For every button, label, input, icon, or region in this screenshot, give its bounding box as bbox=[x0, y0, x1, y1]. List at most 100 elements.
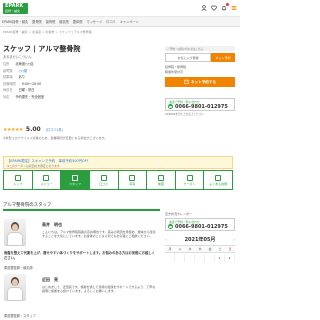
user-icon[interactable] bbox=[200, 4, 207, 11]
info-value: あり bbox=[18, 75, 25, 80]
clinic-tabs: トップ メニュー スタッフ 口コミ 写真 地図 クーポン よくある質問 bbox=[3, 170, 233, 190]
nav-item[interactable]: キャンペーン bbox=[120, 19, 139, 24]
calendar-day[interactable] bbox=[195, 254, 205, 262]
weekday: 金 bbox=[208, 247, 212, 251]
phone-icon: ☎ bbox=[168, 224, 173, 229]
header-icons bbox=[200, 4, 237, 11]
rating-stars: ★★★★★ bbox=[3, 126, 23, 133]
staff-photo bbox=[4, 219, 26, 246]
clinic-info: 住所 北海道○○区 最寄駅 ○○駅 駐車場 あり 診療時間 9:00〜20:00 休診日… bbox=[3, 61, 163, 101]
info-row: 休診日 日曜・祝日 bbox=[3, 87, 163, 92]
calendar-month-row: ‹ 2021年05月 › bbox=[165, 236, 235, 243]
tab-label: 口コミ bbox=[99, 181, 109, 186]
coupon-icon bbox=[186, 174, 193, 181]
tab-coupon[interactable]: クーポン bbox=[175, 170, 205, 190]
phone-number[interactable]: 0066-9801-012975 bbox=[175, 104, 228, 110]
favorite-button[interactable]: お気に入り登録 bbox=[165, 53, 211, 62]
calendar-day[interactable]: 2 bbox=[225, 254, 235, 262]
calendar-day[interactable] bbox=[205, 254, 215, 262]
net-reserve-small-button[interactable]: ネット予約 bbox=[211, 53, 235, 62]
net-reserve-button[interactable]: ネット予約する bbox=[165, 77, 235, 87]
info-value: 9:00〜20:00 bbox=[21, 81, 42, 86]
photo-icon bbox=[129, 174, 136, 181]
staff-icon bbox=[72, 174, 79, 181]
info-key: 診療時間 bbox=[3, 81, 16, 86]
sidebar-fav-row: お気に入り登録 ネット予約 bbox=[165, 53, 235, 62]
notification-badge bbox=[226, 3, 229, 6]
review-count-link[interactable]: （口コミ1件） bbox=[44, 127, 65, 132]
page-subtitle: あるませいこついん bbox=[3, 55, 32, 59]
heart-icon[interactable] bbox=[210, 4, 217, 11]
faq-icon bbox=[215, 174, 222, 181]
logo-subtext: 接骨・鍼灸 bbox=[5, 9, 21, 13]
weekday: 水 bbox=[188, 247, 192, 251]
tab-map[interactable]: 地図 bbox=[147, 170, 176, 190]
rating-row: ★★★★★ 5.00 （口コミ1件） bbox=[3, 126, 65, 133]
tab-label: 地図 bbox=[157, 181, 164, 186]
nav-item[interactable]: 整骨院 bbox=[32, 19, 42, 24]
global-nav: EPARK接骨・鍼灸 整骨院 接骨院 鍼灸院 整体院 マッサージ 口コミ キャン… bbox=[0, 17, 240, 27]
nav-item[interactable]: 接骨院 bbox=[46, 19, 56, 24]
info-value: 北海道○○区 bbox=[15, 62, 34, 66]
nav-item[interactable]: 鍼灸院 bbox=[59, 19, 69, 24]
calendar-weekdays: 月 火 水 木 金 土 日 bbox=[165, 245, 235, 253]
info-row: 駐車場 あり bbox=[3, 74, 163, 79]
info-key: 休診日 bbox=[3, 88, 13, 93]
calendar-prev-icon[interactable]: ‹ bbox=[165, 237, 167, 242]
rating-score: 5.00 bbox=[25, 126, 41, 133]
tab-top[interactable]: トップ bbox=[3, 170, 33, 190]
nav-item[interactable]: 整体院 bbox=[73, 19, 83, 24]
info-value: 予約優先・完全個室 bbox=[15, 94, 45, 99]
info-row: 住所 北海道○○区 bbox=[3, 61, 163, 66]
nav-item[interactable]: EPARK接骨・鍼灸 bbox=[2, 19, 28, 24]
tab-menu[interactable]: メニュー bbox=[32, 170, 62, 190]
staff-name: 近田 亮 bbox=[42, 277, 58, 282]
weekday: 日 bbox=[228, 247, 232, 251]
review-icon bbox=[100, 174, 107, 181]
tab-staff[interactable]: スタッフ bbox=[61, 170, 90, 190]
weekday: 土 bbox=[218, 247, 222, 251]
calendar-day[interactable] bbox=[175, 254, 185, 262]
phone-box[interactable]: 電話で予約・問い合わせ ☎ 0066-9801-012975 bbox=[165, 98, 235, 111]
tab-label: クーポン bbox=[183, 181, 196, 186]
tab-faq[interactable]: よくある質問 bbox=[204, 170, 233, 190]
net-reserve-label: ネット予約する bbox=[190, 79, 217, 84]
info-key: 駐車場 bbox=[3, 75, 13, 80]
info-key: 最寄駅 bbox=[3, 68, 13, 73]
top-header: EPARK 接骨・鍼灸 bbox=[0, 0, 240, 17]
calendar-title: 空き状況カレンダー bbox=[165, 212, 193, 216]
staff-role: 柔道整復師・鍼灸師 bbox=[4, 266, 33, 270]
phone-number[interactable]: 0066-9801-012975 bbox=[175, 224, 228, 230]
banner-subtext: ※このクーポンは初回の方限定となります bbox=[7, 164, 60, 168]
phone-note: ※EPARKを見たとお伝えください bbox=[165, 113, 204, 116]
tab-label: メニュー bbox=[40, 181, 53, 186]
calendar-week: 1 2 bbox=[165, 254, 235, 262]
weekday: 火 bbox=[178, 247, 182, 251]
info-value[interactable]: ○○駅 bbox=[19, 68, 28, 73]
banner-title[interactable]: 【EPARK限定】スキャンで予約 事前予約500円OFF bbox=[7, 158, 229, 163]
info-row: 最寄駅 ○○駅 bbox=[3, 68, 163, 73]
breadcrumb[interactable]: EPARK接骨・鍼灸 > 北海道 > 札幌市 > スケッフ | アルマ整骨院 bbox=[3, 30, 92, 34]
nav-item[interactable]: 口コミ bbox=[106, 19, 116, 24]
phone-icon: ☎ bbox=[168, 104, 173, 109]
calendar-day[interactable] bbox=[165, 254, 175, 262]
epark-logo[interactable]: EPARK 接骨・鍼灸 bbox=[3, 3, 28, 14]
calendar-next-icon[interactable]: › bbox=[233, 237, 235, 242]
tab-reviews[interactable]: 口コミ bbox=[89, 170, 119, 190]
staff-quote: 骨盤を整えて代謝を上げ、痩せやすい体づくりをサポートします。お悩みのある方はお気… bbox=[4, 251, 155, 260]
info-key: 対応 bbox=[3, 94, 10, 99]
tab-label: よくある質問 bbox=[209, 181, 228, 186]
coupon-banner[interactable]: 【EPARK限定】スキャンで予約 事前予約500円OFF ※このクーポンは初回の… bbox=[3, 156, 233, 169]
nav-item[interactable]: マッサージ bbox=[86, 19, 102, 24]
tab-label: スタッフ bbox=[69, 181, 82, 186]
phone-box-lower[interactable]: 電話で予約・問い合わせ ☎ 0066-9801-012975 bbox=[165, 218, 235, 231]
info-key: 住所 bbox=[3, 62, 10, 66]
tab-photos[interactable]: 写真 bbox=[118, 170, 148, 190]
tab-label: トップ bbox=[13, 181, 23, 186]
calendar-day[interactable]: 1 bbox=[215, 254, 225, 262]
menu-icon[interactable] bbox=[230, 4, 237, 11]
staff-bio: こんにちは。アルマ整骨院院長の高井明也です。痛みの原因を見極め、根本から改善する… bbox=[42, 230, 156, 239]
staff-section-heading: アルマ整骨院のスタッフ bbox=[3, 201, 160, 211]
calendar-day[interactable] bbox=[185, 254, 195, 262]
home-icon bbox=[14, 174, 21, 181]
